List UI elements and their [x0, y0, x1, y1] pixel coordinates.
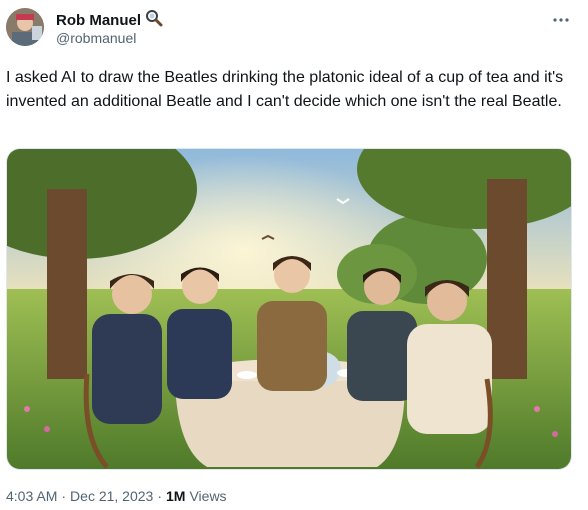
tweet-meta: 4:03 AM · Dec 21, 2023 · 1M Views	[6, 488, 227, 504]
handle[interactable]: @robmanuel	[56, 30, 136, 46]
name-row: Rob Manuel	[56, 9, 163, 32]
display-name[interactable]: Rob Manuel	[56, 12, 141, 29]
more-dots-icon[interactable]	[552, 10, 570, 28]
magnifier-icon	[145, 9, 163, 32]
avatar[interactable]	[6, 8, 44, 46]
views-count[interactable]: 1M	[166, 488, 185, 504]
tweet-date[interactable]: Dec 21, 2023	[70, 488, 153, 504]
tweet-time[interactable]: 4:03 AM	[6, 488, 57, 504]
tweet: Rob Manuel @robmanuel I asked AI to draw…	[0, 0, 588, 510]
tweet-text: I asked AI to draw the Beatles drinking …	[6, 69, 564, 110]
meta-separator: ·	[61, 488, 67, 504]
views-label: Views	[189, 488, 227, 504]
meta-separator: ·	[157, 488, 163, 504]
tweet-image[interactable]	[6, 148, 572, 470]
